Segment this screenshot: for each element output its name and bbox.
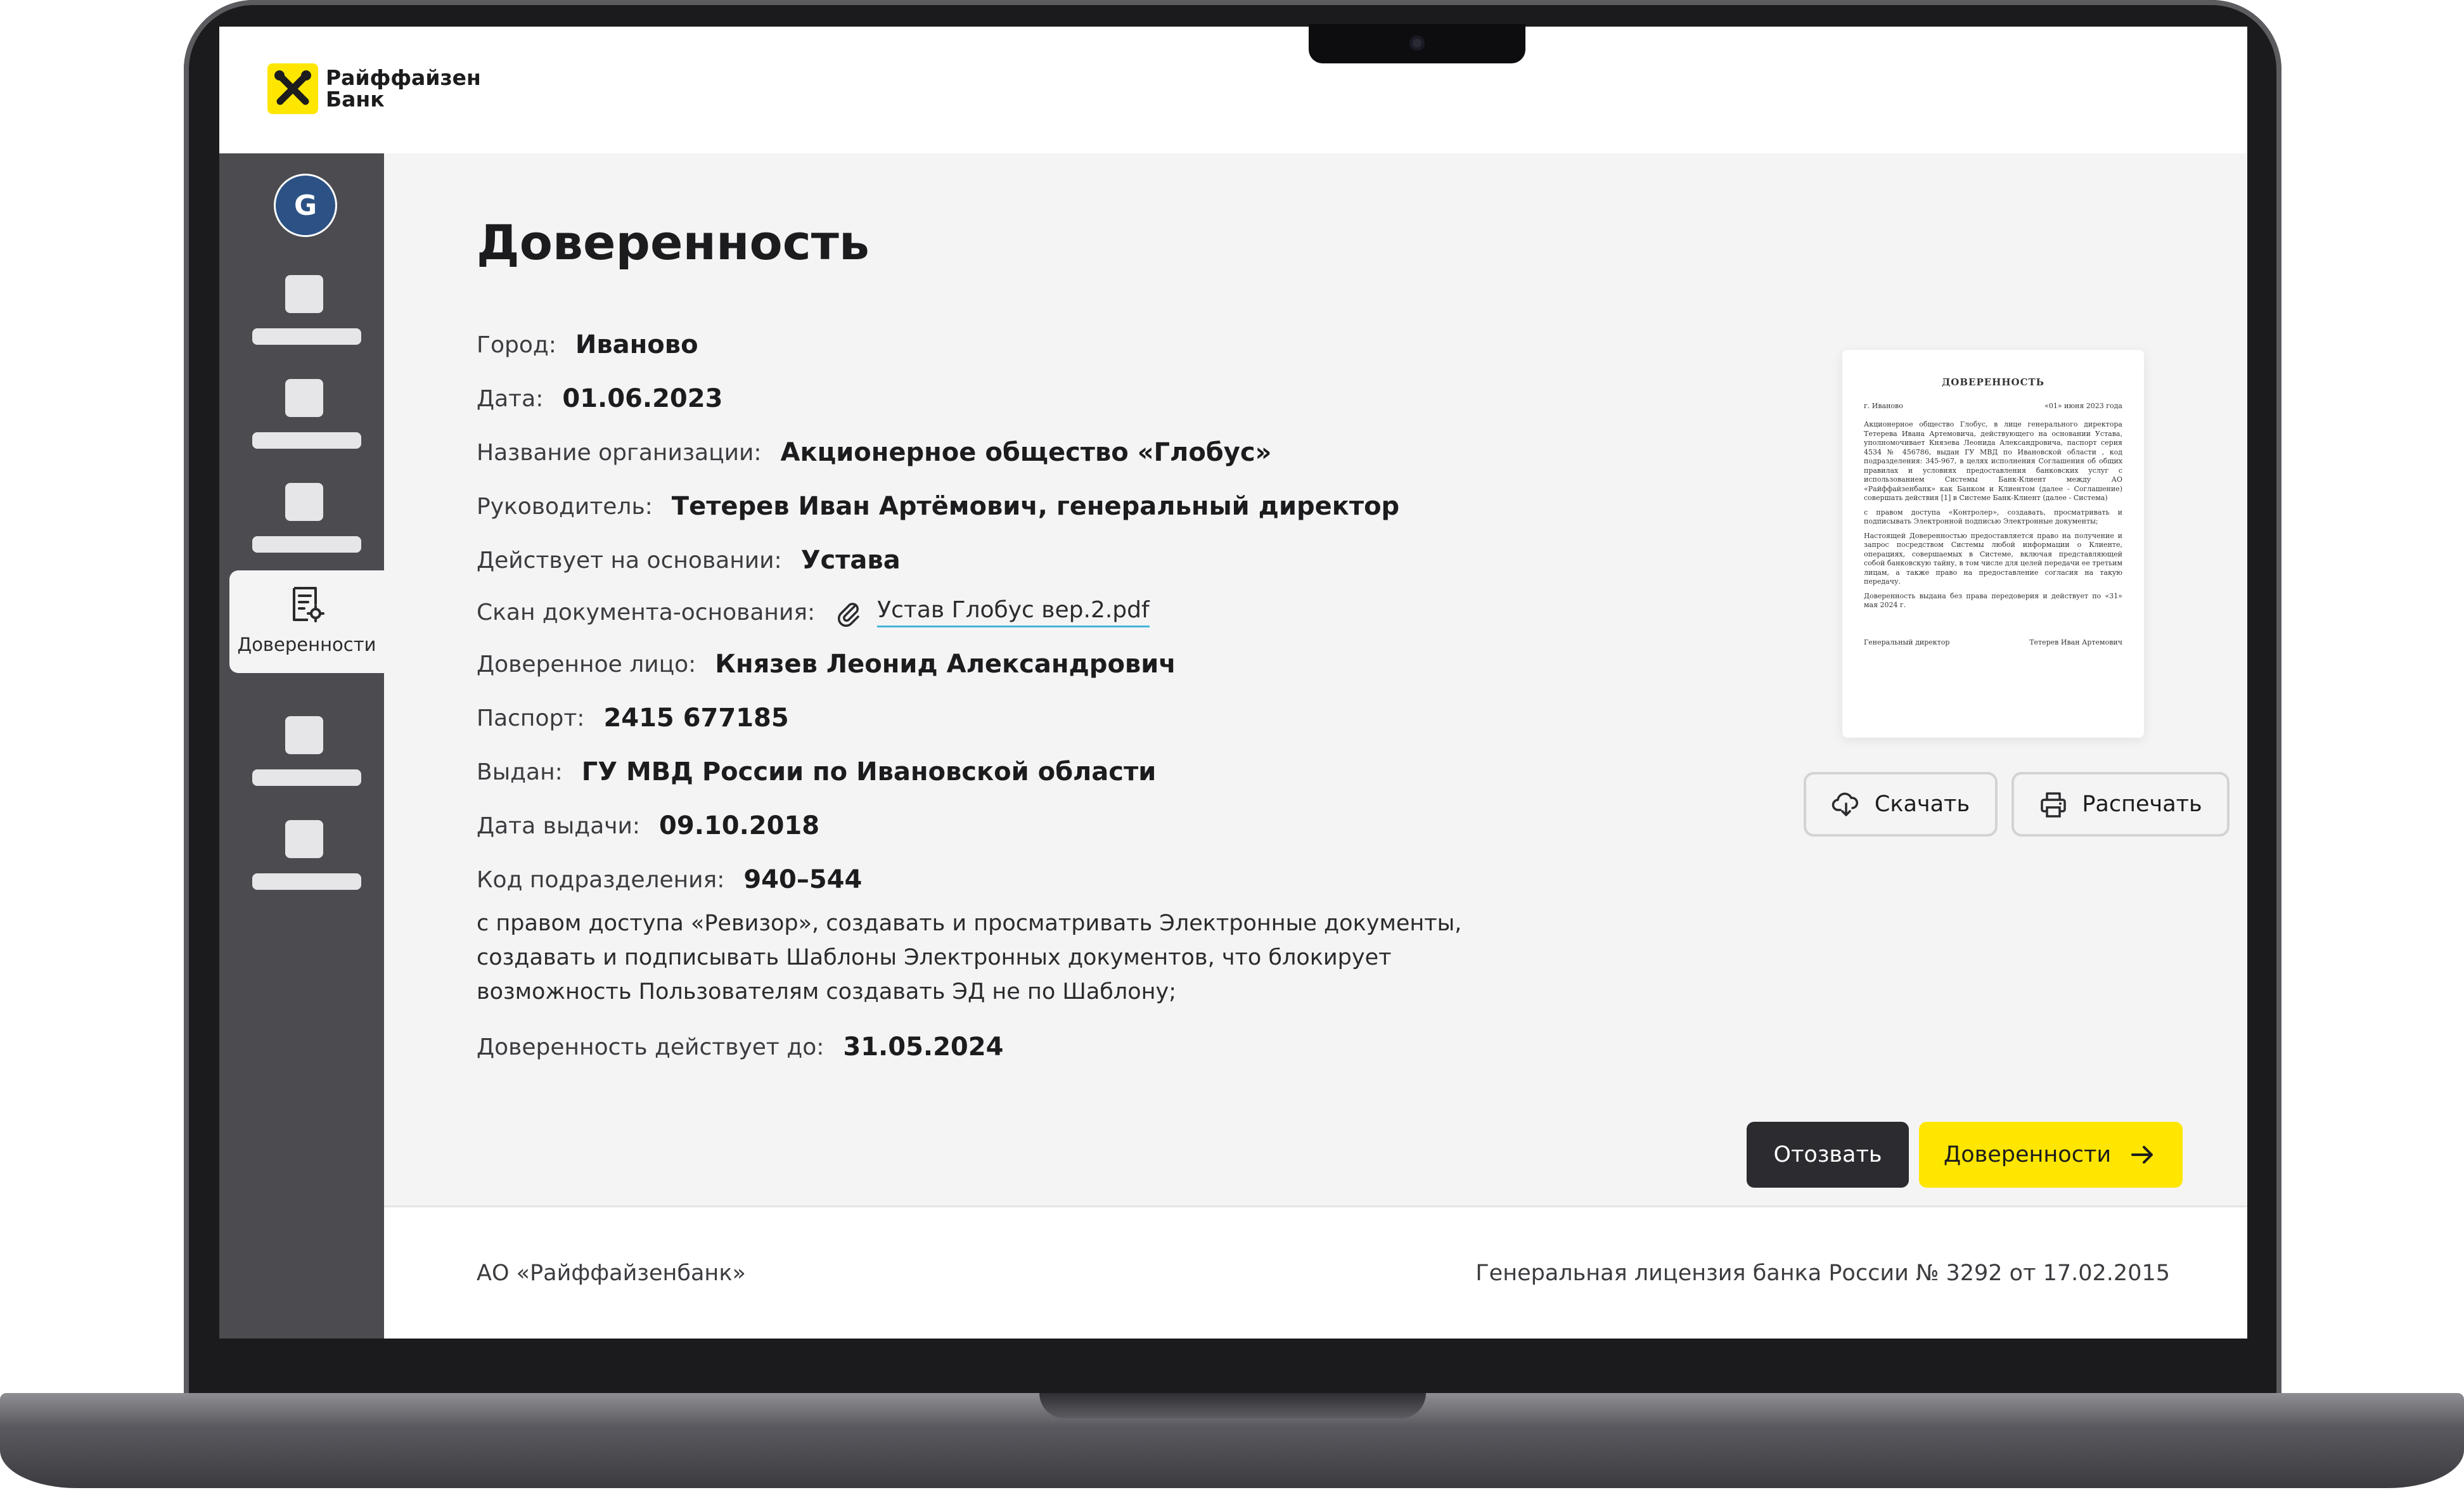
preview-date: «01» июня 2023 года — [2044, 402, 2122, 410]
field-label: Доверенность действует до: — [477, 1034, 825, 1060]
field-city: Город: Иваново — [477, 326, 698, 364]
preview-sign-name: Тетерев Иван Артемович — [2029, 638, 2122, 646]
field-division-code: Код подразделения: 940–544 — [477, 861, 862, 899]
field-label: Руководитель: — [477, 493, 653, 520]
placeholder-icon — [285, 483, 323, 521]
field-label: Действует на основании: — [477, 547, 782, 574]
sidebar-item-placeholder-5[interactable] — [219, 820, 384, 922]
field-value: Тетерев Иван Артёмович, генеральный дире… — [671, 492, 1400, 521]
preview-paragraph: с правом доступа «Контролер», создавать,… — [1864, 508, 2122, 526]
field-label: Дата: — [477, 385, 544, 412]
field-value: 940–544 — [743, 865, 863, 894]
page-title: Доверенность — [477, 214, 869, 271]
field-scan: Скан документа-основания: Устав Глобус в… — [477, 593, 1150, 631]
revoke-button[interactable]: Отозвать — [1747, 1122, 1909, 1188]
sidebar-item-placeholder-1[interactable] — [219, 275, 384, 376]
download-button-label: Скачать — [1874, 792, 1970, 817]
print-button-label: Распечать — [2082, 792, 2202, 817]
field-value: ГУ МВД России по Ивановской области — [581, 757, 1157, 787]
camera-notch — [1309, 24, 1525, 63]
field-label: Паспорт: — [477, 705, 585, 731]
field-label: Дата выдачи: — [477, 812, 641, 839]
placeholder-label — [252, 536, 361, 553]
footer-company: АО «Райффайзенбанк» — [477, 1261, 746, 1286]
field-label: Код подразделения: — [477, 866, 725, 893]
brand-name[interactable]: Райффайзен Банк — [326, 67, 481, 110]
placeholder-icon — [285, 820, 323, 858]
field-label: Выдан: — [477, 759, 563, 785]
laptop-hinge — [1039, 1393, 1426, 1418]
app-screen: Райффайзен Банк G Доверенности Доверенно… — [219, 27, 2247, 1339]
powers-of-attorney-button[interactable]: Доверенности — [1919, 1122, 2183, 1188]
field-value: Иваново — [575, 330, 698, 359]
field-issue-date: Дата выдачи: 09.10.2018 — [477, 807, 819, 845]
avatar[interactable]: G — [274, 174, 337, 237]
placeholder-label — [252, 432, 361, 449]
field-basis: Действует на основании: Устава — [477, 541, 901, 579]
field-value: Устава — [800, 546, 901, 575]
preview-paragraph: Настоящей Доверенностью предоставляется … — [1864, 531, 2122, 586]
camera-icon — [1409, 35, 1425, 51]
footer: АО «Райффайзенбанк» Генеральная лицензия… — [384, 1205, 2247, 1339]
field-value: 31.05.2024 — [843, 1032, 1004, 1062]
print-button[interactable]: Распечать — [2012, 772, 2230, 837]
sidebar-item-placeholder-3[interactable] — [219, 483, 384, 584]
field-value: Князев Леонид Александрович — [715, 650, 1176, 679]
download-button[interactable]: Скачать — [1804, 772, 1998, 837]
field-label: Город: — [477, 331, 556, 358]
field-label: Название организации: — [477, 439, 762, 466]
paperclip-icon — [838, 603, 859, 627]
preview-city: г. Иваново — [1864, 402, 1903, 410]
field-passport: Паспорт: 2415 677185 — [477, 699, 789, 737]
preview-place-date: г. Иваново «01» июня 2023 года — [1864, 402, 2122, 410]
placeholder-label — [252, 873, 361, 890]
field-value: 2415 677185 — [603, 703, 789, 733]
raiffeisen-logo-icon[interactable] — [267, 63, 318, 114]
placeholder-icon — [285, 379, 323, 417]
field-label: Доверенное лицо: — [477, 651, 696, 678]
revoke-button-label: Отозвать — [1773, 1142, 1882, 1167]
preview-title: ДОВЕРЕННОСТЬ — [1941, 376, 2045, 388]
placeholder-icon — [285, 275, 323, 313]
sidebar-item-placeholder-2[interactable] — [219, 379, 384, 480]
field-issued-by: Выдан: ГУ МВД России по Ивановской облас… — [477, 753, 1156, 791]
placeholder-label — [252, 328, 361, 345]
placeholder-label — [252, 769, 361, 786]
document-settings-icon — [293, 587, 324, 622]
preview-signature: Генеральный директор Тетерев Иван Артемо… — [1864, 638, 2122, 646]
field-organization: Название организации: Акционерное общест… — [477, 434, 1271, 472]
document-preview[interactable]: ДОВЕРЕННОСТЬ г. Иваново «01» июня 2023 г… — [1842, 350, 2144, 738]
sidebar-item-placeholder-4[interactable] — [219, 716, 384, 818]
scan-file-link[interactable]: Устав Глобус вер.2.pdf — [877, 597, 1150, 627]
field-trustee: Доверенное лицо: Князев Леонид Александр… — [477, 645, 1176, 683]
printer-icon — [2041, 792, 2067, 818]
placeholder-icon — [285, 716, 323, 754]
field-label: Скан документа-основания: — [477, 599, 816, 626]
field-value: Акционерное общество «Глобус» — [780, 438, 1272, 467]
preview-sign-role: Генеральный директор — [1864, 638, 1950, 646]
preview-paragraph: Доверенность выдана без права передовери… — [1864, 591, 2122, 610]
sidebar-item-powers-of-attorney[interactable]: Доверенности — [229, 570, 384, 673]
field-value: 09.10.2018 — [659, 811, 820, 840]
brand-name-line2: Банк — [326, 87, 385, 112]
field-head: Руководитель: Тетерев Иван Артёмович, ге… — [477, 487, 1399, 525]
arrow-right-icon — [2131, 1146, 2153, 1164]
rights-description: с правом доступа «Ревизор», создавать и … — [477, 911, 1462, 1005]
sidebar-item-label: Доверенности — [237, 634, 376, 655]
header: Райффайзен Банк — [219, 27, 2247, 153]
brand-name-line1: Райффайзен — [326, 65, 481, 90]
field-valid-until: Доверенность действует до: 31.05.2024 — [477, 1028, 1003, 1066]
field-date: Дата: 01.06.2023 — [477, 380, 722, 418]
preview-paragraph: Акционерное общество Глобус, в лице гене… — [1864, 420, 2122, 502]
cloud-download-icon — [1832, 792, 1858, 816]
powers-of-attorney-button-label: Доверенности — [1943, 1142, 2112, 1167]
main-content: Доверенность Город: Иваново Дата: 01.06.… — [384, 153, 2247, 1205]
footer-license: Генеральная лицензия банка России № 3292… — [1475, 1261, 2170, 1286]
field-value: 01.06.2023 — [562, 384, 723, 413]
sidebar: G Доверенности — [219, 153, 384, 1339]
